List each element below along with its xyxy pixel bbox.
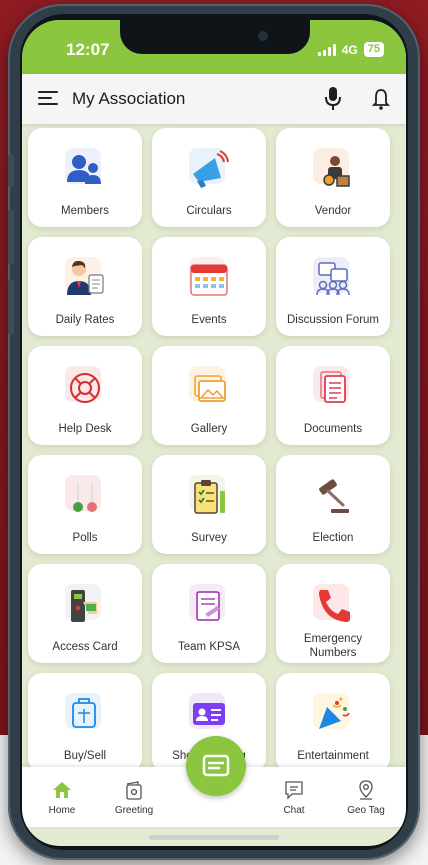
survey-icon xyxy=(187,475,231,519)
documents-icon xyxy=(311,366,355,410)
phone-side-button xyxy=(8,154,14,188)
tile-label: Circulars xyxy=(186,205,232,217)
card-icon xyxy=(202,754,230,777)
chat-icon xyxy=(285,781,303,800)
app-screen: 12:07 4G 75 My Association Members Circu… xyxy=(22,20,406,846)
daily-rates-icon xyxy=(63,257,107,301)
party-icon xyxy=(311,693,355,737)
tile-label: Polls xyxy=(72,532,98,544)
nav-label: Geo Tag xyxy=(347,805,385,816)
help-desk-icon xyxy=(63,366,107,410)
gallery-icon xyxy=(187,366,231,410)
tile-polls[interactable]: Polls xyxy=(28,455,142,554)
phone-side-button xyxy=(8,209,14,265)
tile-label: Vendor xyxy=(314,205,352,217)
page-title: My Association xyxy=(72,89,186,108)
megaphone-icon xyxy=(187,148,231,192)
tile-daily-rates[interactable]: Daily Rates xyxy=(28,237,142,336)
nav-label: Chat xyxy=(283,805,305,816)
menu-icon[interactable] xyxy=(38,91,58,107)
tile-entertainment[interactable]: Entertainment xyxy=(276,673,390,772)
tile-label: Emergency Numbers xyxy=(303,633,363,659)
tile-label: Members xyxy=(61,205,109,217)
battery-icon: 75 xyxy=(363,42,384,57)
vendor-icon xyxy=(311,148,355,192)
nav-home[interactable]: Home xyxy=(32,779,92,816)
tile-circulars[interactable]: Circulars xyxy=(152,128,266,227)
forum-icon xyxy=(311,257,355,301)
network-type: 4G xyxy=(341,42,358,57)
phone-side-button xyxy=(8,279,14,335)
center-action-button[interactable] xyxy=(186,736,246,796)
microphone-icon[interactable] xyxy=(324,86,342,112)
members-icon xyxy=(63,148,107,192)
home-indicator xyxy=(149,835,279,840)
status-time: 12:07 xyxy=(66,40,110,59)
tile-gallery[interactable]: Gallery xyxy=(152,346,266,445)
tile-members[interactable]: Members xyxy=(28,128,142,227)
phone-icon xyxy=(311,584,355,628)
notch xyxy=(120,20,310,54)
tile-events[interactable]: Events xyxy=(152,237,266,336)
tile-survey[interactable]: Survey xyxy=(152,455,266,554)
polls-icon xyxy=(63,475,107,519)
nav-greeting[interactable]: Greeting xyxy=(104,779,164,816)
nav-chat[interactable]: Chat xyxy=(264,779,324,816)
tile-label: Election xyxy=(312,532,354,544)
tile-emergency-numbers[interactable]: Emergency Numbers xyxy=(276,564,390,663)
tile-label: Help Desk xyxy=(58,423,112,435)
tile-label: Events xyxy=(191,314,227,326)
nav-geo-tag[interactable]: Geo Tag xyxy=(336,779,396,816)
tile-buy-sell[interactable]: Buy/Sell xyxy=(28,673,142,772)
tile-documents[interactable]: Documents xyxy=(276,346,390,445)
calendar-icon xyxy=(187,257,231,301)
tile-label: Daily Rates xyxy=(55,314,115,326)
app-bar: My Association xyxy=(22,74,406,124)
gavel-icon xyxy=(311,475,355,519)
tile-label: Entertainment xyxy=(297,750,369,762)
tile-label: Access Card xyxy=(52,641,118,653)
tile-label: Discussion Forum xyxy=(286,314,380,326)
bell-icon[interactable] xyxy=(372,87,390,111)
tile-access-card[interactable]: Access Card xyxy=(28,564,142,663)
greeting-card-icon xyxy=(126,781,142,800)
tile-label: Documents xyxy=(303,423,363,435)
tile-help-desk[interactable]: Help Desk xyxy=(28,346,142,445)
id-card-icon xyxy=(187,693,231,737)
tile-label: Survey xyxy=(191,532,227,544)
tile-team-kpsa[interactable]: Team KPSA xyxy=(152,564,266,663)
tile-label: Gallery xyxy=(190,423,228,435)
tile-vendor[interactable]: Vendor xyxy=(276,128,390,227)
camera-icon xyxy=(258,31,268,41)
status-bar: 12:07 4G 75 xyxy=(22,20,406,74)
home-icon xyxy=(53,782,71,798)
nav-label: Greeting xyxy=(114,805,154,816)
tile-discussion-forum[interactable]: Discussion Forum xyxy=(276,237,390,336)
feature-grid: Members Circulars Vendor Daily Rates Eve… xyxy=(28,128,400,772)
buy-sell-icon xyxy=(63,693,107,737)
signal-icon xyxy=(317,43,336,56)
tile-election[interactable]: Election xyxy=(276,455,390,554)
location-pin-icon xyxy=(359,780,373,800)
access-card-icon xyxy=(63,584,107,628)
status-indicators: 4G 75 xyxy=(317,42,384,57)
tile-label: Team KPSA xyxy=(178,641,240,653)
tile-label: Buy/Sell xyxy=(63,750,107,762)
team-icon xyxy=(187,584,231,628)
nav-label: Home xyxy=(48,805,76,816)
